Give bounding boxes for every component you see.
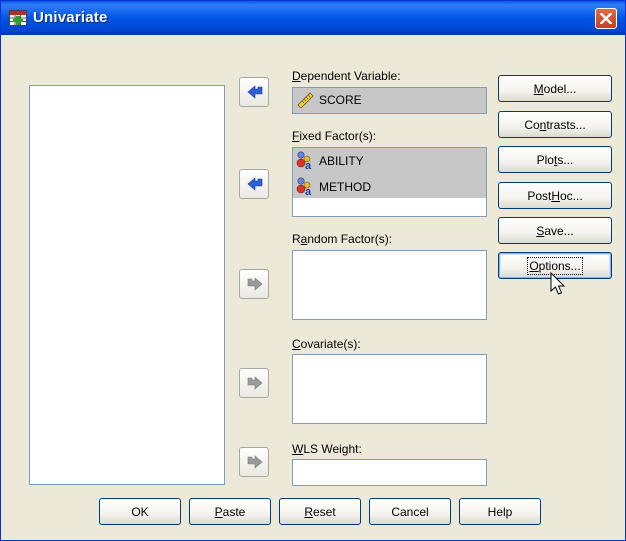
arrow-right-icon <box>247 376 263 390</box>
plots-button[interactable]: Plo t s... <box>498 146 612 173</box>
covariate-list[interactable] <box>292 354 487 424</box>
covariate-label: Covariate(s): <box>292 337 361 351</box>
fixed-item-label: ABILITY <box>319 154 364 168</box>
close-x-icon <box>600 13 612 24</box>
fixed-factor-label: Fixed Factor(s): <box>292 129 377 143</box>
scale-ruler-icon <box>295 90 315 111</box>
move-to-covariate-button[interactable] <box>239 368 269 398</box>
univariate-dialog: Univariate Dependent Variable: SCORE Fix… <box>0 0 626 541</box>
ok-button[interactable]: OK <box>99 498 181 525</box>
move-to-wls-weight-button[interactable] <box>239 447 269 477</box>
mouse-pointer-icon <box>550 271 568 298</box>
contrasts-button[interactable]: Co n trasts... <box>498 111 612 138</box>
dependent-variable-label: Dependent Variable: <box>292 69 401 83</box>
list-item[interactable]: a METHOD <box>295 176 371 198</box>
list-item[interactable]: a ABILITY <box>295 150 364 172</box>
title-bar[interactable]: Univariate <box>1 1 625 35</box>
random-factor-label: Random Factor(s): <box>292 232 393 246</box>
close-button[interactable] <box>595 8 617 29</box>
arrow-right-icon <box>247 277 263 291</box>
move-to-fixed-factor-button[interactable] <box>239 169 269 199</box>
move-to-random-factor-button[interactable] <box>239 269 269 299</box>
wls-weight-field[interactable] <box>292 459 487 486</box>
source-variable-list[interactable] <box>29 85 225 485</box>
save-button[interactable]: Save... <box>498 217 612 244</box>
help-button[interactable]: Help <box>459 498 541 525</box>
spss-grid-icon <box>9 10 27 26</box>
cancel-button[interactable]: Cancel <box>369 498 451 525</box>
arrow-left-icon <box>247 85 263 99</box>
nominal-variable-icon: a <box>295 150 315 173</box>
dependent-variable-field[interactable]: SCORE <box>292 87 487 114</box>
focus-label: Options... <box>527 256 583 275</box>
arrow-left-icon <box>247 177 263 191</box>
wls-weight-label: WLS Weight: <box>292 442 362 456</box>
model-button[interactable]: Model... <box>498 75 612 102</box>
post-hoc-button[interactable]: Post Hoc... <box>498 182 612 209</box>
nominal-variable-icon: a <box>295 176 315 199</box>
fixed-item-label: METHOD <box>319 180 371 194</box>
dependent-item-label: SCORE <box>319 93 362 107</box>
random-factor-list[interactable] <box>292 250 487 320</box>
svg-text:a: a <box>305 186 312 196</box>
arrow-right-icon <box>247 455 263 469</box>
svg-text:a: a <box>305 160 312 170</box>
reset-button[interactable]: Reset <box>279 498 361 525</box>
move-to-dependent-button[interactable] <box>239 77 269 107</box>
window-title: Univariate <box>33 9 108 26</box>
paste-button[interactable]: Paste <box>189 498 271 525</box>
fixed-factor-list[interactable]: a ABILITY a METHOD <box>292 147 487 217</box>
list-item[interactable]: SCORE <box>295 89 362 111</box>
